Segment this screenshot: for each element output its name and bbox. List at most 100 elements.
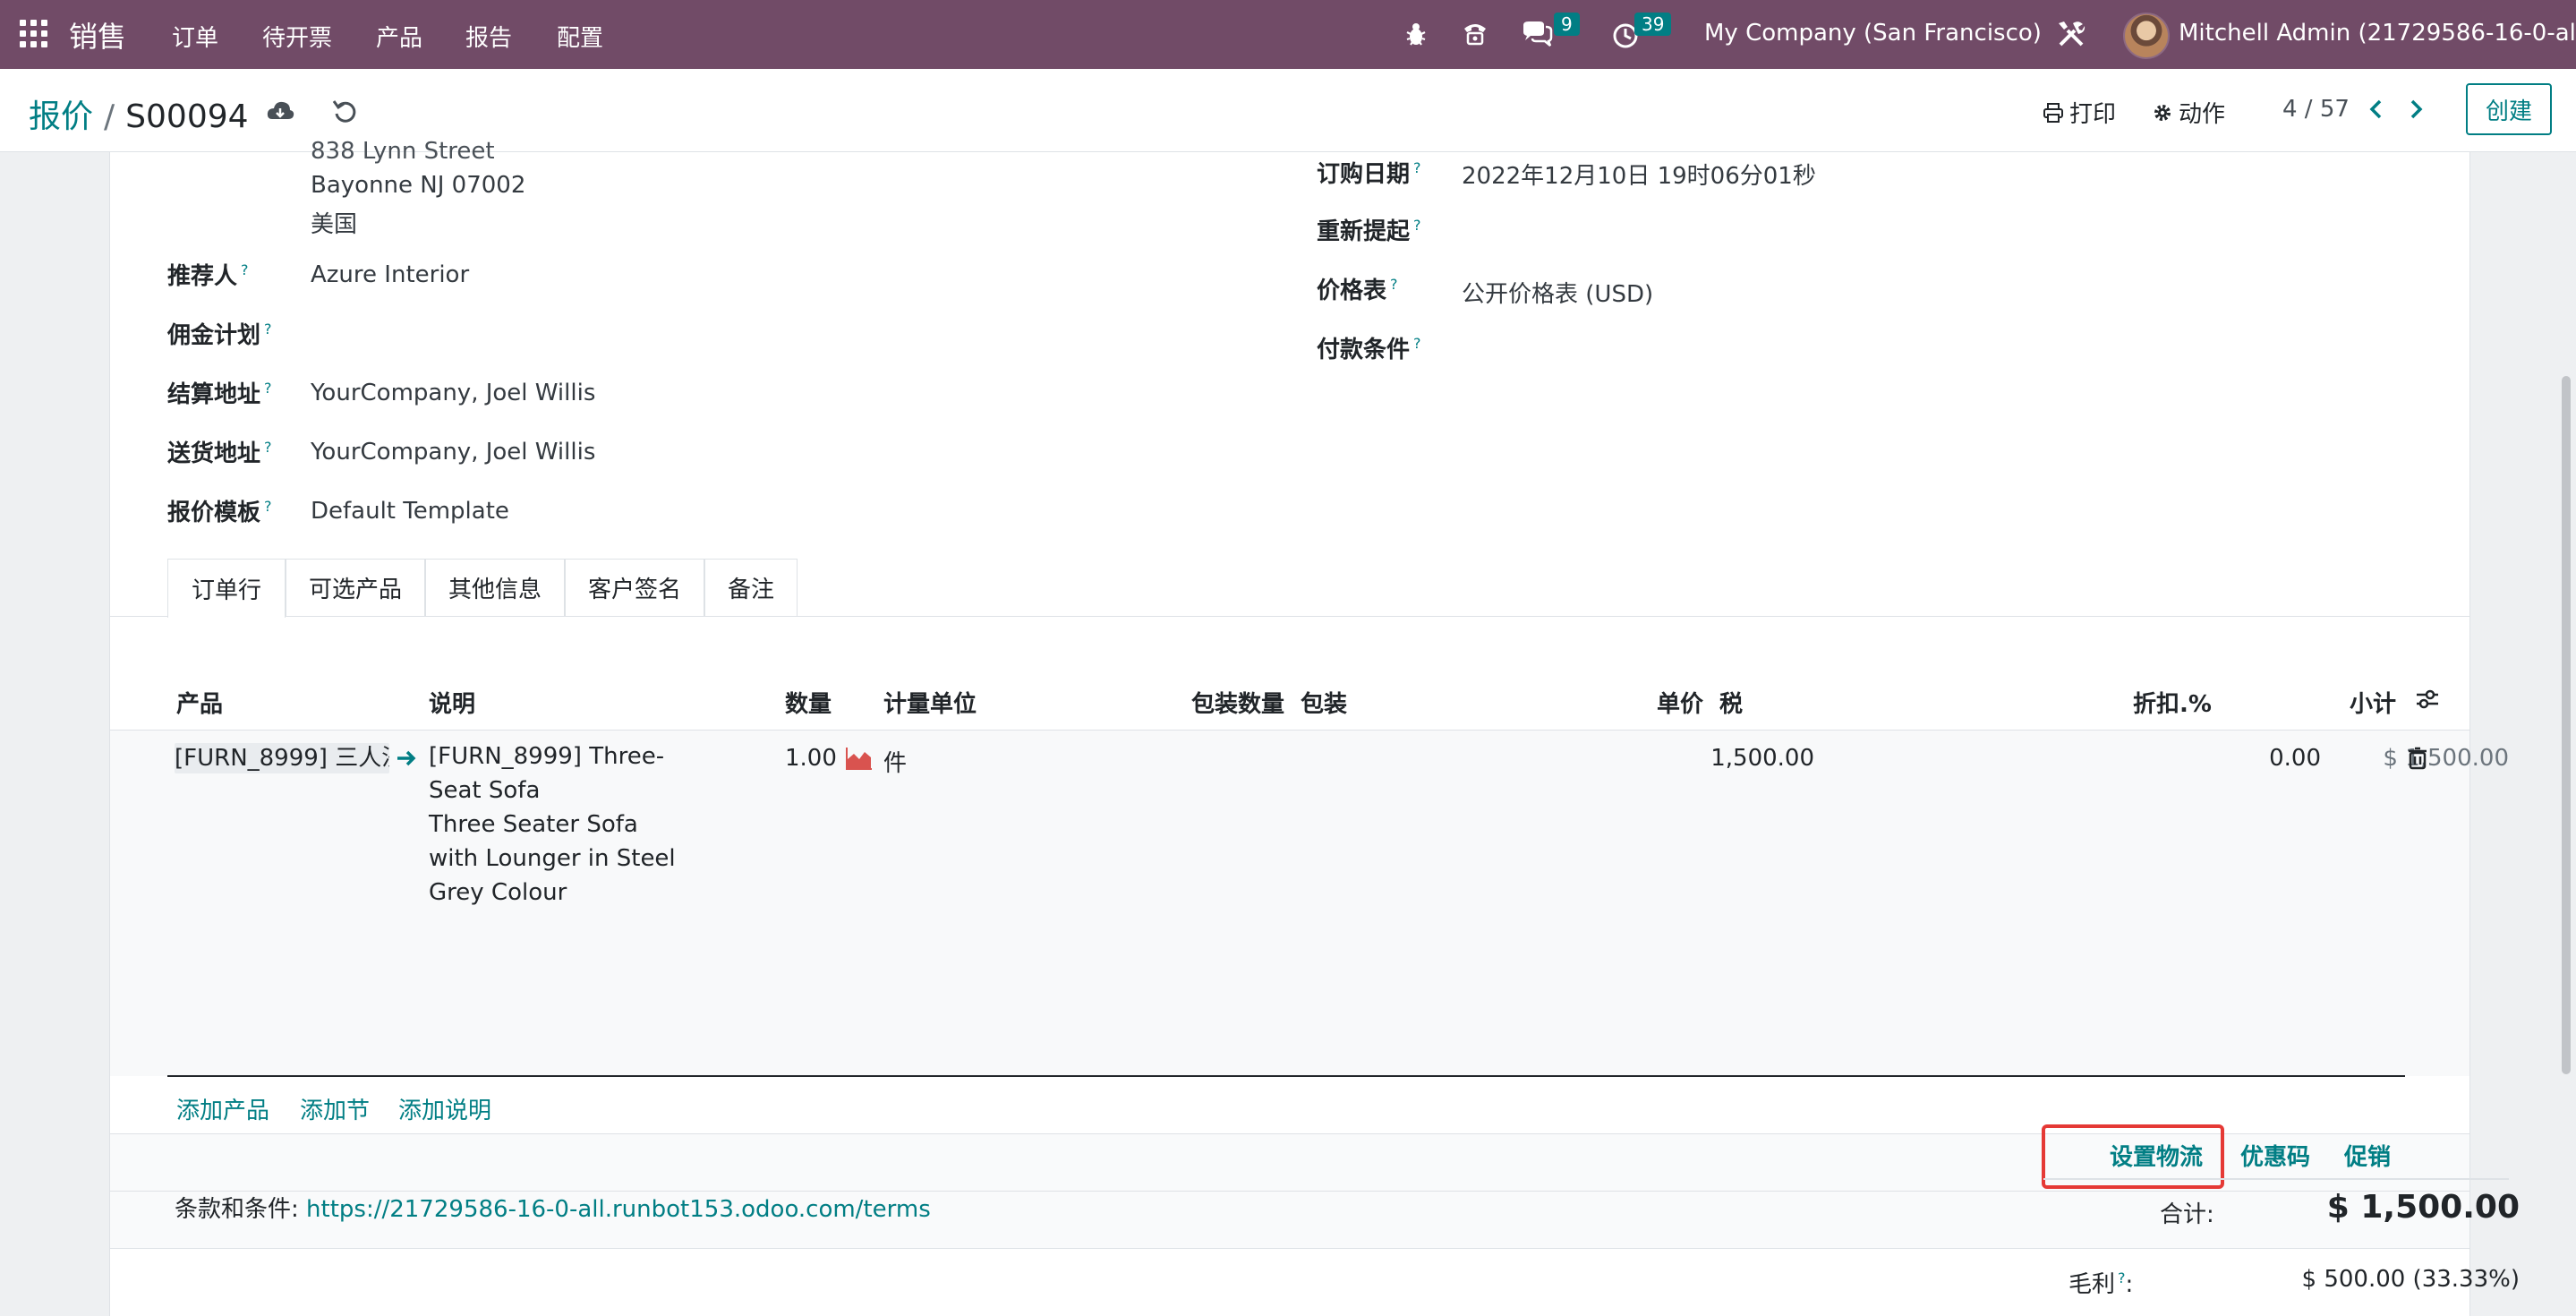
help-tooltip-icon[interactable]: ?: [241, 261, 249, 278]
margin-value: $ 500.00 (33.33%): [2301, 1266, 2520, 1293]
user-avatar[interactable]: [2123, 13, 2170, 59]
help-tooltip-icon[interactable]: ?: [264, 380, 272, 397]
quotation-template-label: 报价模板?: [167, 498, 272, 526]
menu-reporting[interactable]: 报告: [465, 20, 512, 53]
pricelist-label: 价格表?: [1317, 276, 1398, 304]
coupon-button[interactable]: 优惠码: [2240, 1139, 2310, 1172]
phone-icon[interactable]: [1457, 16, 1493, 52]
payment-terms-field[interactable]: [1462, 331, 1963, 360]
pricelist-field[interactable]: 公开价格表 (USD): [1462, 276, 1653, 309]
menu-orders[interactable]: 订单: [172, 20, 218, 53]
set-shipping-button[interactable]: 设置物流: [2110, 1139, 2203, 1172]
print-label: 打印: [2069, 101, 2117, 128]
description-line: [FURN_8999] Three-: [429, 743, 665, 770]
description-line: with Lounger in Steel: [429, 845, 676, 872]
customer-address-city: Bayonne NJ 07002: [311, 172, 526, 199]
column-header-subtotal[interactable]: 小计: [2350, 686, 2396, 719]
column-header-taxes[interactable]: 税: [1719, 686, 1743, 719]
column-header-packaging[interactable]: 包装: [1301, 686, 1347, 719]
help-tooltip-icon[interactable]: ?: [1390, 276, 1398, 293]
add-product-link[interactable]: 添加产品: [176, 1092, 269, 1125]
breadcrumb-quotations-link[interactable]: 报价: [29, 98, 93, 135]
delivery-address-field[interactable]: YourCompany, Joel Willis: [311, 439, 595, 466]
add-note-link[interactable]: 添加说明: [398, 1092, 491, 1125]
customer-address-street: 838 Lynn Street: [311, 138, 495, 165]
bug-icon[interactable]: [1398, 16, 1434, 52]
pager-previous-icon[interactable]: [2363, 96, 2390, 123]
menu-to-invoice[interactable]: 待开票: [262, 20, 332, 53]
breadcrumb-current-record: S00094: [125, 98, 249, 135]
help-tooltip-icon[interactable]: ?: [1413, 159, 1421, 176]
pager-value[interactable]: 4 / 57: [2282, 96, 2350, 123]
print-button[interactable]: 打印: [2043, 96, 2116, 129]
column-header-discount[interactable]: 折扣.%: [2133, 686, 2212, 719]
customer-address-country: 美国: [311, 211, 358, 238]
quotation-template-field[interactable]: Default Template: [311, 498, 509, 525]
unit-price-field[interactable]: 1,500.00: [1515, 745, 1814, 772]
quantity-field[interactable]: 1.00: [785, 745, 837, 772]
menu-configuration[interactable]: 配置: [557, 20, 603, 53]
action-label: 动作: [2179, 101, 2226, 128]
invoice-address-field[interactable]: YourCompany, Joel Willis: [311, 380, 595, 406]
order-date-label: 订购日期?: [1317, 159, 1421, 188]
commission-plan-label: 佣金计划?: [167, 320, 272, 349]
terms-label: 条款和条件:: [175, 1196, 299, 1223]
referrer-label: 推荐人?: [167, 261, 249, 290]
margin-label: 毛利?:: [2068, 1269, 2134, 1298]
tab-other-info[interactable]: 其他信息: [425, 559, 565, 616]
help-tooltip-icon[interactable]: ?: [264, 498, 272, 515]
help-tooltip-icon[interactable]: ?: [2118, 1269, 2126, 1286]
column-header-quantity[interactable]: 数量: [785, 686, 832, 719]
column-header-unit-price[interactable]: 单价: [1657, 686, 1703, 719]
help-tooltip-icon[interactable]: ?: [1413, 335, 1421, 352]
invoice-address-label: 结算地址?: [167, 380, 272, 408]
tab-customer-signature[interactable]: 客户签名: [565, 559, 704, 616]
breadcrumb: 报价 / S00094: [29, 90, 249, 137]
optional-columns-icon[interactable]: [2414, 686, 2441, 713]
pager-next-icon[interactable]: [2402, 96, 2429, 123]
column-header-description[interactable]: 说明: [429, 686, 475, 719]
description-line: Seat Sofa: [429, 777, 541, 804]
reminder-field[interactable]: [1462, 213, 1963, 242]
product-input[interactable]: [FURN_8999] 三人沙发: [175, 743, 389, 773]
help-tooltip-icon[interactable]: ?: [264, 320, 272, 338]
add-section-link[interactable]: 添加节: [300, 1092, 370, 1125]
column-header-packaging-qty[interactable]: 包装数量: [1191, 686, 1284, 719]
uom-field[interactable]: 件: [883, 745, 907, 778]
trash-icon[interactable]: [2407, 747, 2428, 770]
tab-notes[interactable]: 备注: [704, 559, 798, 616]
description-line: Three Seater Sofa: [429, 811, 638, 838]
commission-plan-field[interactable]: [311, 317, 812, 346]
terms-link[interactable]: https://21729586-16-0-all.runbot153.odoo…: [306, 1196, 931, 1223]
app-title[interactable]: 销售: [69, 14, 126, 56]
referrer-field[interactable]: Azure Interior: [311, 261, 469, 288]
chat-icon[interactable]: [1520, 16, 1556, 52]
column-header-uom[interactable]: 计量单位: [883, 686, 977, 719]
printer-icon: [2043, 102, 2063, 123]
terms-and-conditions: 条款和条件: https://21729586-16-0-all.runbot1…: [175, 1191, 931, 1224]
discard-changes-icon[interactable]: [329, 96, 360, 126]
action-button[interactable]: 动作: [2152, 96, 2225, 129]
menu-products[interactable]: 产品: [376, 20, 422, 53]
promotions-button[interactable]: 促销: [2344, 1139, 2391, 1172]
order-date-field[interactable]: 2022年12月10日 19时06分01秒: [1462, 158, 1816, 191]
tab-order-lines[interactable]: 订单行: [167, 559, 286, 618]
company-switcher[interactable]: My Company (San Francisco): [1704, 20, 2042, 47]
apps-menu-icon[interactable]: [20, 20, 48, 48]
column-header-product[interactable]: 产品: [176, 686, 223, 719]
save-cloud-icon[interactable]: [265, 96, 295, 126]
tabs-divider: [110, 616, 2469, 617]
help-tooltip-icon[interactable]: ?: [264, 439, 272, 456]
user-menu[interactable]: Mitchell Admin (21729586-16-0-all): [2179, 20, 2576, 47]
create-button[interactable]: 创建: [2466, 83, 2552, 135]
forecast-chart-icon[interactable]: [846, 747, 873, 770]
help-tooltip-icon[interactable]: ?: [1413, 217, 1421, 234]
arrow-right-icon[interactable]: [395, 747, 418, 770]
description-field[interactable]: [FURN_8999] Three- Seat Sofa Three Seate…: [429, 739, 676, 910]
tools-icon[interactable]: [2053, 16, 2089, 52]
breadcrumb-separator: /: [104, 98, 115, 135]
total-amount: $ 1,500.00: [2326, 1189, 2520, 1226]
tab-optional-products[interactable]: 可选产品: [286, 559, 425, 616]
scrollbar-thumb[interactable]: [2562, 376, 2571, 1074]
messages-badge: 9: [1554, 13, 1580, 36]
